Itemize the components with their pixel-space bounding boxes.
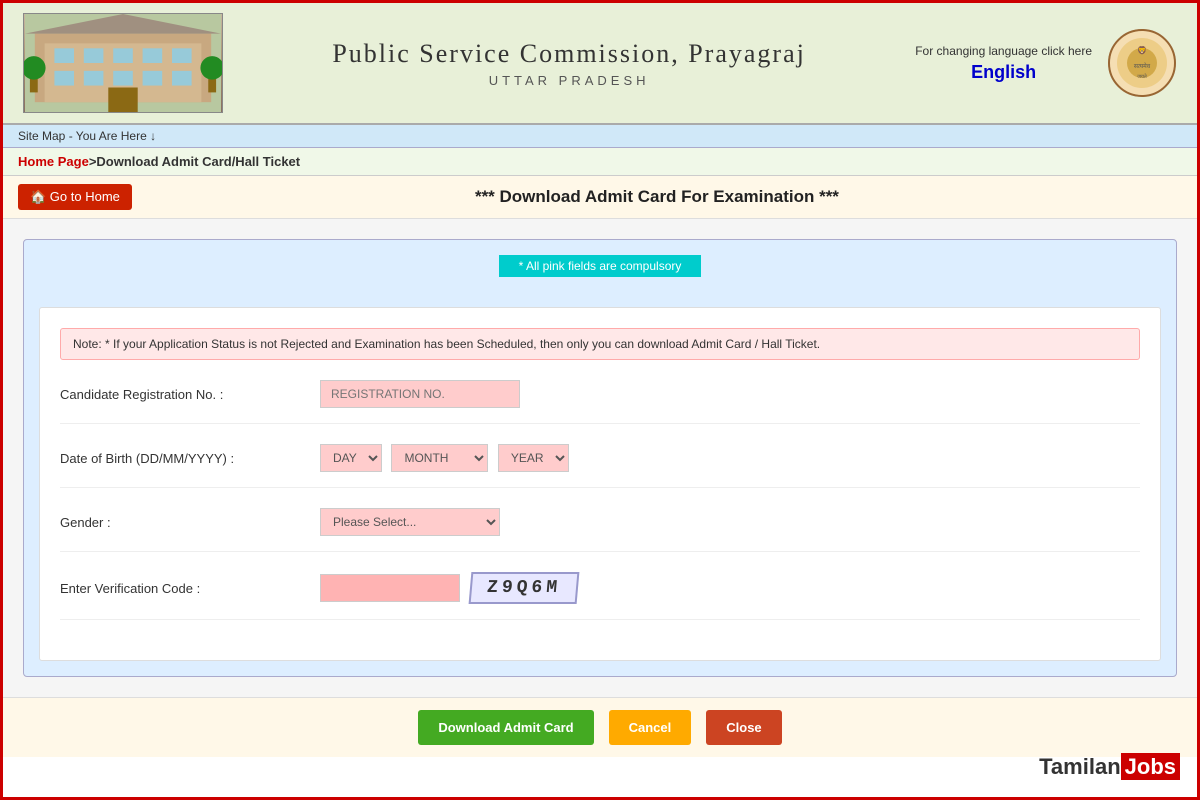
note-text: Note: * If your Application Status is no… <box>73 337 820 351</box>
captcha-image: Z9Q6M <box>469 572 580 604</box>
watermark: TamilanJobs <box>1039 754 1180 780</box>
captcha-row: Enter Verification Code : Z9Q6M <box>60 572 1140 620</box>
lang-prompt: For changing language click here <box>915 44 1092 58</box>
dob-day-select[interactable]: DAY 12345 678910 1112131415 1617181920 2… <box>320 444 382 472</box>
dob-year-select[interactable]: YEAR 1980198519901995 2000200120022003 2… <box>498 444 569 472</box>
gender-select[interactable]: Please Select... Male Female Other <box>320 508 500 536</box>
gender-row: Gender : Please Select... Male Female Ot… <box>60 508 1140 552</box>
button-row: Download Admit Card Cancel Close <box>3 697 1197 757</box>
dob-field: DAY 12345 678910 1112131415 1617181920 2… <box>320 444 1140 472</box>
go-home-button[interactable]: 🏠 Go to Home <box>18 184 132 210</box>
gender-field: Please Select... Male Female Other <box>320 508 1140 536</box>
watermark-tamilan: Tamilan <box>1039 754 1121 779</box>
org-subtitle: UTTAR PRADESH <box>243 73 895 88</box>
org-title: Public Service Commission, Prayagraj <box>243 39 895 69</box>
dob-month-select[interactable]: MONTH JanuaryFebruaryMarchApril MayJuneJ… <box>391 444 488 472</box>
toolbar: 🏠 Go to Home *** Download Admit Card For… <box>3 176 1197 219</box>
dob-label: Date of Birth (DD/MM/YYYY) : <box>60 451 320 466</box>
captcha-container: Z9Q6M <box>320 572 1140 604</box>
breadcrumb-current: Download Admit Card/Hall Ticket <box>96 154 300 169</box>
lang-current[interactable]: English <box>915 62 1092 83</box>
page-title: *** Download Admit Card For Examination … <box>132 187 1182 207</box>
close-button[interactable]: Close <box>706 710 781 745</box>
gender-label: Gender : <box>60 515 320 530</box>
header-center: Public Service Commission, Prayagraj UTT… <box>223 39 915 88</box>
cancel-button[interactable]: Cancel <box>609 710 692 745</box>
reg-no-input[interactable] <box>320 380 520 408</box>
main-content: * All pink fields are compulsory Note: *… <box>3 219 1197 697</box>
form-container: * All pink fields are compulsory Note: *… <box>23 239 1177 677</box>
reg-no-field <box>320 380 1140 408</box>
captcha-input[interactable] <box>320 574 460 602</box>
reg-no-row: Candidate Registration No. : <box>60 380 1140 424</box>
captcha-field: Z9Q6M <box>320 572 1140 604</box>
form-inner: Note: * If your Application Status is no… <box>39 307 1161 661</box>
watermark-jobs: Jobs <box>1121 753 1180 780</box>
notice-center: * All pink fields are compulsory <box>39 255 1161 292</box>
note-box: Note: * If your Application Status is no… <box>60 328 1140 360</box>
breadcrumb-home[interactable]: Home Page <box>18 154 89 169</box>
dob-row: Date of Birth (DD/MM/YYYY) : DAY 12345 6… <box>60 444 1140 488</box>
building-image <box>23 13 223 113</box>
breadcrumb: Home Page>Download Admit Card/Hall Ticke… <box>3 148 1197 176</box>
language-selector[interactable]: For changing language click here English <box>915 44 1092 83</box>
emblem-image: 🦁 सत्यमेव जयते <box>1107 28 1177 98</box>
svg-text:🦁: 🦁 <box>1137 45 1147 55</box>
nav-text: Site Map - You Are Here ↓ <box>18 129 156 143</box>
reg-no-label: Candidate Registration No. : <box>60 387 320 402</box>
compulsory-notice: * All pink fields are compulsory <box>499 255 702 277</box>
svg-text:सत्यमेव: सत्यमेव <box>1134 62 1151 70</box>
nav-bar: Site Map - You Are Here ↓ <box>3 125 1197 148</box>
page-header: Public Service Commission, Prayagraj UTT… <box>3 3 1197 125</box>
verification-label: Enter Verification Code : <box>60 581 320 596</box>
svg-text:जयते: जयते <box>1137 73 1147 80</box>
download-admit-card-button[interactable]: Download Admit Card <box>418 710 593 745</box>
